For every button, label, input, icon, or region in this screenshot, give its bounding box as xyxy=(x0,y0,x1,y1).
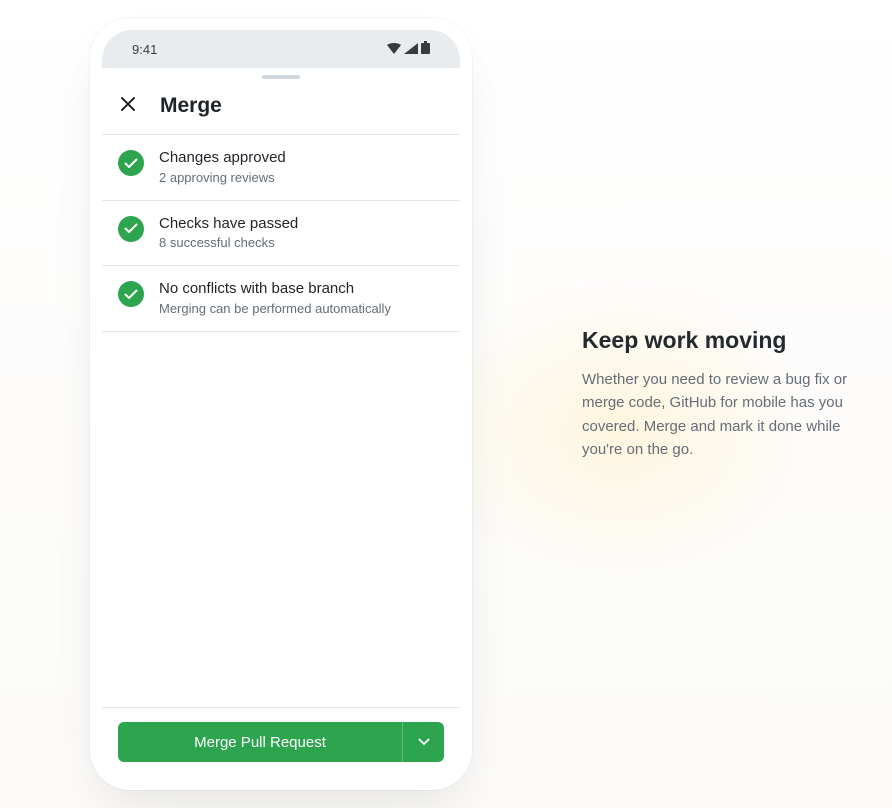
close-button[interactable] xyxy=(118,96,138,116)
status-list: Changes approved 2 approving reviews Che… xyxy=(102,134,460,707)
status-subtitle: Merging can be performed automatically xyxy=(159,300,444,318)
status-item-conflicts[interactable]: No conflicts with base branch Merging ca… xyxy=(102,266,460,332)
modal-header: Merge xyxy=(102,84,460,134)
status-item-checks[interactable]: Checks have passed 8 successful checks xyxy=(102,201,460,267)
close-icon xyxy=(120,96,136,117)
check-circle-icon xyxy=(118,281,144,307)
promo-description: Whether you need to review a bug fix or … xyxy=(582,368,862,461)
cellular-icon xyxy=(404,42,418,57)
phone-status-bar: 9:41 xyxy=(102,30,460,68)
check-circle-icon xyxy=(118,150,144,176)
merge-options-dropdown-button[interactable] xyxy=(402,722,444,762)
status-bar-icons xyxy=(387,41,430,57)
promo-content: Keep work moving Whether you need to rev… xyxy=(582,327,862,461)
status-subtitle: 2 approving reviews xyxy=(159,169,444,187)
check-circle-icon xyxy=(118,216,144,242)
status-item-approved[interactable]: Changes approved 2 approving reviews xyxy=(102,135,460,201)
battery-icon xyxy=(421,41,430,57)
chevron-down-icon xyxy=(418,733,430,751)
merge-pull-request-button[interactable]: Merge Pull Request xyxy=(118,722,402,762)
status-title: Checks have passed xyxy=(159,214,444,234)
modal-title: Merge xyxy=(160,94,222,118)
phone-mockup: 9:41 xyxy=(90,18,472,790)
drag-handle[interactable] xyxy=(102,68,460,84)
status-subtitle: 8 successful checks xyxy=(159,234,444,252)
status-title: No conflicts with base branch xyxy=(159,279,444,299)
merge-button-group: Merge Pull Request xyxy=(118,722,444,762)
wifi-icon xyxy=(387,42,401,57)
modal-footer: Merge Pull Request xyxy=(102,707,460,778)
status-bar-time: 9:41 xyxy=(132,42,157,57)
status-title: Changes approved xyxy=(159,148,444,168)
promo-title: Keep work moving xyxy=(582,327,862,354)
